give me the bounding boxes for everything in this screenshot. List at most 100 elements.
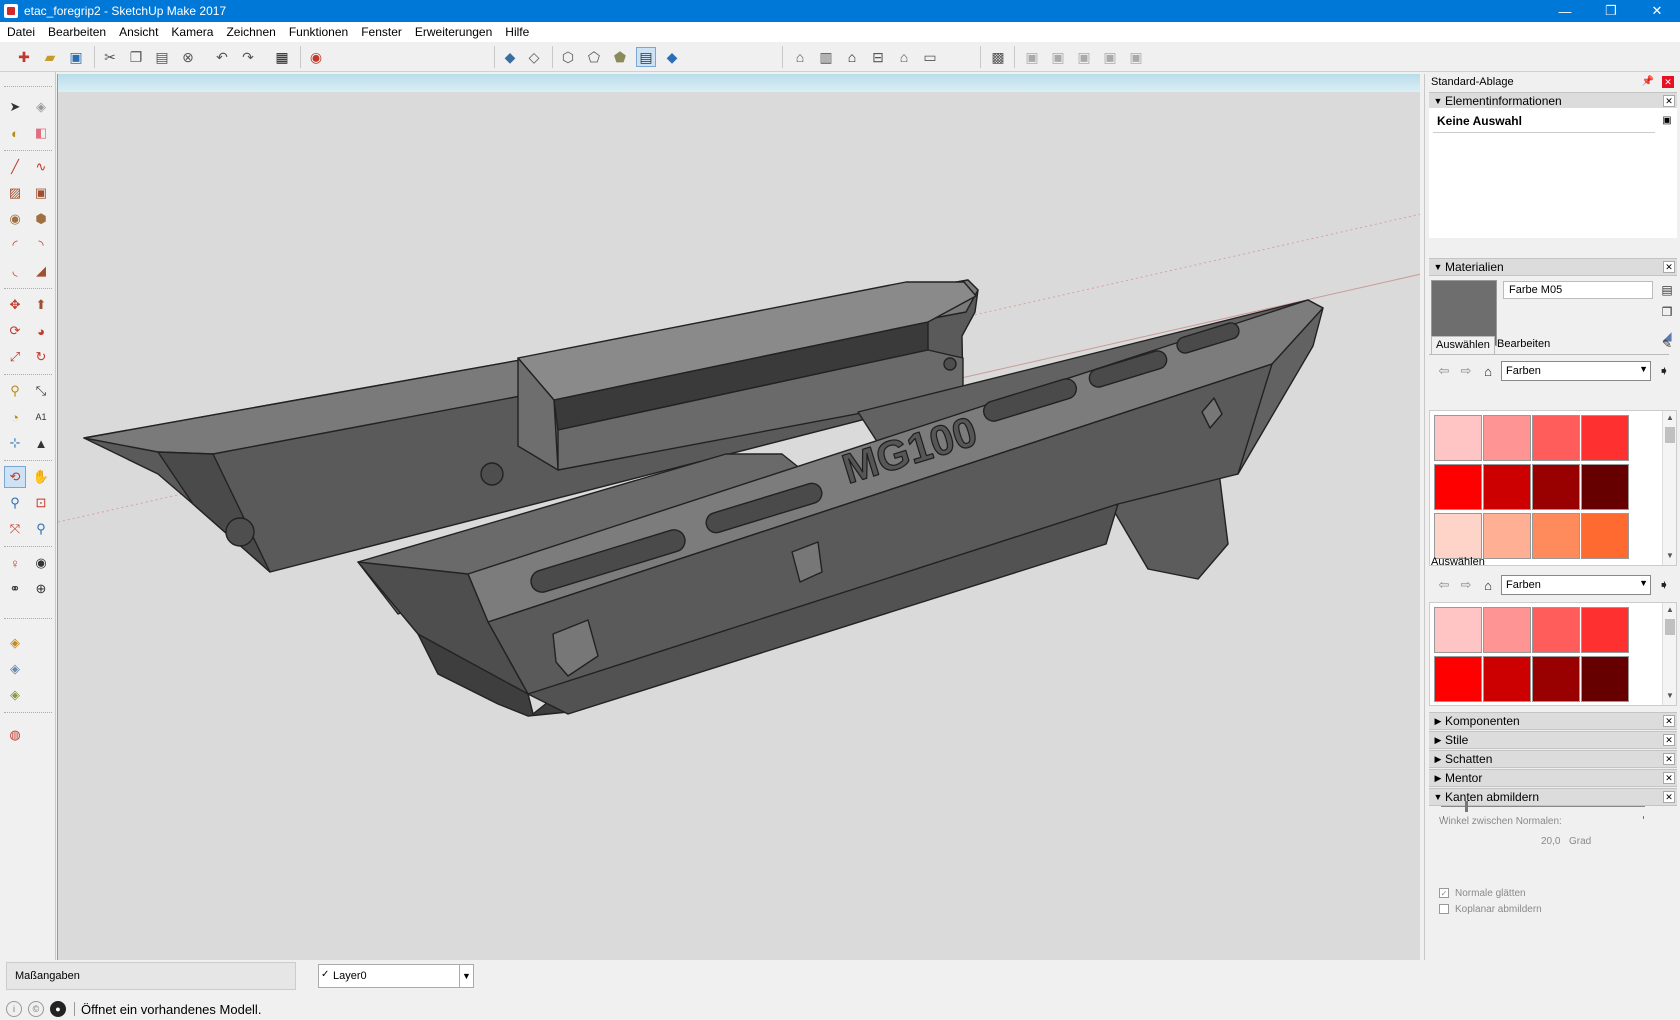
warehouse-icon[interactable]: ◈ bbox=[4, 632, 26, 654]
color-swatch[interactable] bbox=[1532, 415, 1580, 461]
move-icon[interactable]: ✥ bbox=[4, 294, 26, 316]
scrollbar[interactable]: ▲ ▼ bbox=[1662, 411, 1676, 565]
color-swatch[interactable] bbox=[1483, 513, 1531, 559]
section-plane-icon[interactable]: ⊕ bbox=[30, 578, 52, 600]
ruby-icon[interactable]: ◍ bbox=[4, 724, 26, 746]
union-icon[interactable]: ▣ bbox=[1022, 47, 1042, 67]
zoom-extents-icon[interactable]: ⤧ bbox=[4, 518, 26, 540]
details-icon[interactable]: ▤ bbox=[1659, 282, 1675, 298]
menu-funktionen[interactable]: Funktionen bbox=[284, 25, 356, 39]
open-icon[interactable]: ▰ bbox=[40, 47, 60, 67]
3d-viewport[interactable]: MG100 bbox=[57, 74, 1420, 960]
section-icon[interactable]: ▩ bbox=[988, 47, 1008, 67]
circle-icon[interactable]: ◉ bbox=[4, 208, 26, 230]
color-swatch[interactable] bbox=[1581, 607, 1629, 653]
walk-icon[interactable]: ⚭ bbox=[4, 578, 26, 600]
follow-me-icon[interactable]: ◕ bbox=[30, 320, 52, 342]
rotated-rect-icon[interactable]: ▣ bbox=[30, 182, 52, 204]
minimize-button[interactable]: — bbox=[1542, 0, 1588, 22]
top-view-icon[interactable]: ▥ bbox=[816, 47, 836, 67]
materials-header[interactable]: ▼ Materialien ✕ bbox=[1429, 258, 1677, 276]
make-component-icon[interactable]: ◈ bbox=[30, 96, 52, 118]
measurements-box[interactable]: Maßangaben bbox=[6, 962, 296, 990]
back-edges-icon[interactable]: ◇ bbox=[524, 47, 544, 67]
close-icon[interactable]: ✕ bbox=[1663, 261, 1675, 273]
rotate-icon[interactable]: ⟳ bbox=[4, 320, 26, 342]
model-info-icon[interactable]: ◉ bbox=[306, 47, 326, 67]
mentor-header[interactable]: ▶ Mentor ✕ bbox=[1429, 769, 1677, 787]
tab-bearbeiten[interactable]: Bearbeiten bbox=[1493, 336, 1554, 354]
line-icon[interactable]: ╱ bbox=[4, 156, 26, 178]
details-arrow-icon[interactable]: ➧ bbox=[1655, 576, 1673, 594]
back-arrow-icon[interactable]: ⇦ bbox=[1435, 362, 1453, 380]
details-toggle-icon[interactable]: ▣ bbox=[1661, 112, 1673, 128]
menu-ansicht[interactable]: Ansicht bbox=[114, 25, 166, 39]
pan-icon[interactable]: ✋ bbox=[30, 466, 52, 488]
text-icon[interactable]: A1 bbox=[30, 406, 52, 428]
forward-arrow-icon[interactable]: ⇨ bbox=[1457, 576, 1475, 594]
close-icon[interactable]: ✕ bbox=[1663, 734, 1675, 746]
polygon-icon[interactable]: ⬢ bbox=[30, 208, 52, 230]
color-swatch[interactable] bbox=[1581, 656, 1629, 702]
iso-view-icon[interactable]: ⌂ bbox=[790, 47, 810, 67]
split-icon[interactable]: ▣ bbox=[1126, 47, 1146, 67]
angle-slider-thumb[interactable] bbox=[1465, 801, 1469, 812]
layer-select[interactable]: ✓ Layer0 ▼ bbox=[318, 964, 474, 988]
shaded-textures-icon[interactable]: ▤ bbox=[636, 47, 656, 67]
geolocation-icon[interactable]: i bbox=[6, 1001, 22, 1017]
close-icon[interactable]: ✕ bbox=[1663, 95, 1675, 107]
color-swatch[interactable] bbox=[1532, 607, 1580, 653]
home-icon[interactable]: ⌂ bbox=[1479, 362, 1497, 380]
scrollbar[interactable]: ▲ ▼ bbox=[1662, 603, 1676, 705]
freehand-icon[interactable]: ∿ bbox=[30, 156, 52, 178]
soften-coplanar-checkbox[interactable] bbox=[1439, 904, 1449, 914]
scale-icon[interactable]: ⤢ bbox=[4, 346, 26, 368]
two-point-arc-icon[interactable]: ◝ bbox=[30, 234, 52, 256]
redo-icon[interactable]: ↷ bbox=[238, 47, 258, 67]
close-icon[interactable]: ✕ bbox=[1663, 772, 1675, 784]
components-header[interactable]: ▶ Komponenten ✕ bbox=[1429, 712, 1677, 730]
cut-icon[interactable]: ✂ bbox=[100, 47, 120, 67]
color-swatch[interactable] bbox=[1483, 656, 1531, 702]
color-swatch[interactable] bbox=[1532, 513, 1580, 559]
angle-slider-track[interactable] bbox=[1441, 806, 1645, 807]
restore-button[interactable]: ❐ bbox=[1588, 0, 1634, 22]
color-swatch[interactable] bbox=[1483, 607, 1531, 653]
copy-icon[interactable]: ❐ bbox=[126, 47, 146, 67]
tab-auswaehlen[interactable]: Auswählen bbox=[1431, 336, 1495, 354]
look-around-icon[interactable]: ◉ bbox=[30, 552, 52, 574]
eraser-icon[interactable]: ◧ bbox=[30, 122, 52, 144]
close-window-button[interactable]: ✕ bbox=[1634, 0, 1680, 22]
right-view-icon[interactable]: ⊟ bbox=[868, 47, 888, 67]
trim-icon[interactable]: ▣ bbox=[1100, 47, 1120, 67]
color-swatch[interactable] bbox=[1581, 415, 1629, 461]
menu-kamera[interactable]: Kamera bbox=[166, 25, 221, 39]
tape-measure-icon[interactable]: ⚲ bbox=[4, 380, 26, 402]
orbit-icon[interactable]: ⟲ bbox=[4, 466, 26, 488]
print-icon[interactable]: ▦ bbox=[272, 47, 292, 67]
color-swatch[interactable] bbox=[1434, 607, 1482, 653]
color-swatch[interactable] bbox=[1581, 464, 1629, 510]
save-icon[interactable]: ▣ bbox=[66, 47, 86, 67]
close-icon[interactable]: ✕ bbox=[1663, 753, 1675, 765]
three-point-arc-icon[interactable]: ◟ bbox=[4, 260, 26, 282]
intersect-icon[interactable]: ▣ bbox=[1074, 47, 1094, 67]
select-icon[interactable]: ➤ bbox=[4, 96, 26, 118]
secondary-library-select[interactable]: Farben ▼ bbox=[1501, 575, 1651, 595]
color-swatch[interactable] bbox=[1434, 464, 1482, 510]
hidden-line-icon[interactable]: ⬠ bbox=[584, 47, 604, 67]
new-icon[interactable]: ✚ bbox=[14, 47, 34, 67]
zoom-window-icon[interactable]: ⊡ bbox=[30, 492, 52, 514]
dropdown-caret-icon[interactable]: ▼ bbox=[459, 965, 473, 987]
zoom-icon[interactable]: ⚲ bbox=[4, 492, 26, 514]
menu-zeichnen[interactable]: Zeichnen bbox=[221, 25, 283, 39]
close-icon[interactable]: ✕ bbox=[1663, 715, 1675, 727]
color-swatch[interactable] bbox=[1434, 513, 1482, 559]
sample-paint-icon[interactable]: ✎ bbox=[1659, 336, 1675, 352]
close-icon[interactable]: ✕ bbox=[1663, 791, 1675, 803]
smooth-normals-checkbox[interactable]: ✓ bbox=[1439, 888, 1449, 898]
color-swatch[interactable] bbox=[1581, 513, 1629, 559]
details-arrow-icon[interactable]: ➧ bbox=[1655, 362, 1673, 380]
color-swatch[interactable] bbox=[1483, 415, 1531, 461]
back-arrow-icon[interactable]: ⇦ bbox=[1435, 576, 1453, 594]
